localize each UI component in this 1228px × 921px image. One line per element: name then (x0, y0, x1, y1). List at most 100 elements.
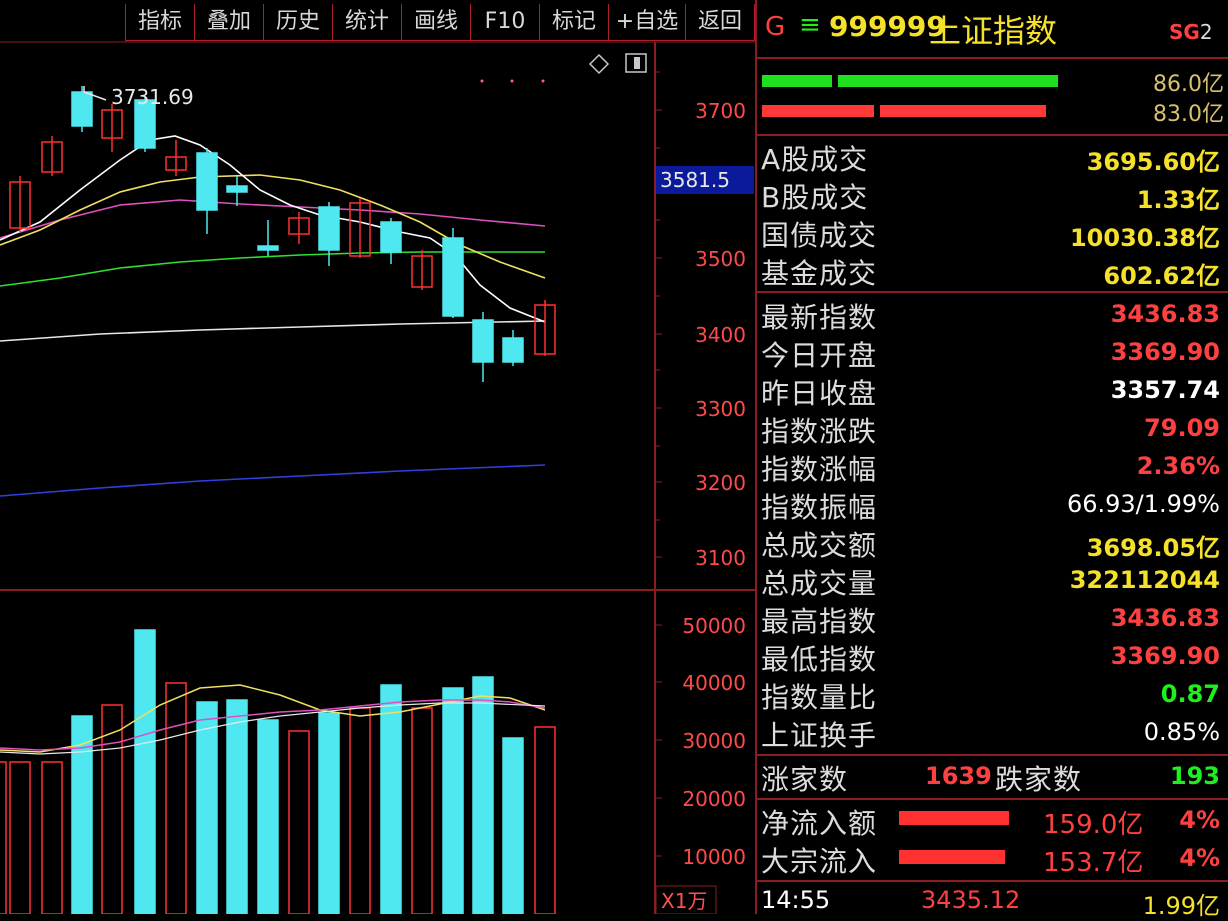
change-pct-value: 2.36% (1136, 452, 1220, 480)
ma20-line (0, 199, 546, 239)
outflow-total: 83.0亿 (1153, 102, 1224, 127)
open-label: 今日开盘 (761, 339, 878, 372)
ma250-line (0, 464, 546, 497)
volume-bar (9, 761, 31, 914)
net-inflow-label: 净流入额 (761, 807, 878, 840)
change-label: 指数涨跌 (761, 415, 878, 448)
panel-toggle-inner-icon (634, 57, 640, 69)
f10-button[interactable]: F10 (470, 4, 540, 41)
tick-time: 14:55 (761, 886, 831, 914)
diamond-icon[interactable] (588, 53, 610, 75)
volume-bar (411, 707, 433, 914)
fund-volume-value: 602.62亿 (1103, 262, 1220, 290)
quote-panel: G ≡ 999999 上证指数 SG2 86.0亿 83.0亿 A股成交 369… (757, 0, 1228, 920)
b-share-volume-value: 1.33亿 (1136, 186, 1220, 214)
statistics-button[interactable]: 统计 (332, 4, 402, 41)
turnover-value: 0.85% (1143, 718, 1220, 746)
volume-bar (318, 712, 340, 914)
inflow-bar-b (838, 75, 1058, 87)
candlestick-chart[interactable]: 3700 3500 3400 3300 3200 3100 50000 40000 30000… (0, 0, 757, 914)
mark-button[interactable]: 标记 (539, 4, 609, 41)
history-button[interactable]: 历史 (263, 4, 333, 41)
divider (757, 754, 1228, 756)
outflow-bar-b (880, 105, 1046, 117)
candle-body (380, 221, 402, 253)
net-inflow-pct: 4% (1179, 806, 1220, 834)
volume-bar (41, 761, 63, 914)
outflow-bar-a (762, 105, 874, 117)
divider (757, 798, 1228, 800)
change-value: 79.09 (1144, 414, 1220, 442)
low-value: 3369.90 (1110, 642, 1220, 670)
net-inflow-value: 159.0亿 (1043, 810, 1144, 840)
advancers-label: 涨家数 (761, 763, 849, 796)
indicator-button[interactable]: 指标 (125, 4, 195, 41)
volume-bar (380, 684, 402, 914)
price-axis-label: 3500 (695, 247, 746, 271)
price-axis-label: 3200 (695, 471, 746, 495)
add-favorite-button[interactable]: +自选 (608, 4, 686, 41)
open-value: 3369.90 (1110, 338, 1220, 366)
inflow-total: 86.0亿 (1153, 72, 1224, 97)
total-amount-value: 3698.05亿 (1086, 534, 1220, 562)
volume-axis-label: 20000 (682, 787, 746, 811)
volume-bar (534, 726, 556, 914)
block-inflow-pct: 4% (1179, 844, 1220, 872)
volume-bar (257, 719, 279, 914)
high-value: 3436.83 (1110, 604, 1220, 632)
candle-body (472, 319, 494, 363)
volume-bar (0, 761, 7, 914)
volume-unit-label: X1万 (661, 889, 707, 913)
divider (757, 291, 1228, 293)
price-axis-label: 3700 (695, 99, 746, 123)
volume-bar (226, 699, 248, 914)
candle-body (196, 152, 218, 211)
a-share-volume-value: 3695.60亿 (1086, 148, 1220, 176)
total-volume-label: 总成交量 (761, 567, 878, 600)
a-share-volume-label: A股成交 (761, 143, 869, 176)
tick-price: 3435.12 (921, 886, 1021, 914)
volume-bar (196, 701, 218, 914)
candle-body (318, 206, 340, 251)
block-inflow-label: 大宗流入 (761, 845, 878, 878)
decliners-value: 193 (1169, 762, 1220, 790)
current-price-tag: 3581.5 (656, 166, 754, 194)
divider (757, 134, 1228, 136)
candle-body (442, 237, 464, 317)
amplitude-value: 66.93/1.99% (1066, 490, 1220, 518)
inflow-bar-a (762, 75, 832, 87)
volume-bar (472, 676, 494, 914)
price-axis-label: 3100 (695, 546, 746, 570)
divider (757, 57, 1228, 59)
high-label: 最高指数 (761, 605, 878, 638)
high-marker-label: 3731.69 (111, 85, 194, 109)
draw-line-button[interactable]: 画线 (401, 4, 471, 41)
change-pct-label: 指数涨幅 (761, 453, 878, 486)
volume-bar (442, 687, 464, 914)
candle-body (226, 185, 248, 193)
block-inflow-value: 153.7亿 (1043, 848, 1144, 878)
marker-dot (510, 79, 514, 83)
volume-axis-label: 10000 (682, 845, 746, 869)
menu-icon[interactable]: ≡ (799, 10, 821, 40)
volume-ratio-value: 0.87 (1160, 680, 1220, 708)
block-inflow-bar (899, 850, 1005, 864)
amplitude-label: 指数振幅 (761, 491, 878, 524)
bond-volume-label: 国债成交 (761, 219, 878, 252)
latest-index-label: 最新指数 (761, 301, 878, 334)
total-amount-label: 总成交额 (761, 529, 878, 562)
low-label: 最低指数 (761, 643, 878, 676)
candle-body (502, 337, 524, 363)
fund-volume-label: 基金成交 (761, 257, 878, 290)
price-axis-label: 3300 (695, 397, 746, 421)
divider (757, 880, 1228, 882)
market-g-label: G (765, 12, 786, 42)
advancers-value: 1639 (925, 762, 992, 790)
volume-bar (165, 682, 187, 914)
turnover-label: 上证换手 (761, 719, 878, 752)
volume-axis-label: 50000 (682, 614, 746, 638)
prev-close-value: 3357.74 (1110, 376, 1220, 404)
back-button[interactable]: 返回 (685, 4, 755, 41)
latest-index-value: 3436.83 (1110, 300, 1220, 328)
overlay-button[interactable]: 叠加 (194, 4, 264, 41)
